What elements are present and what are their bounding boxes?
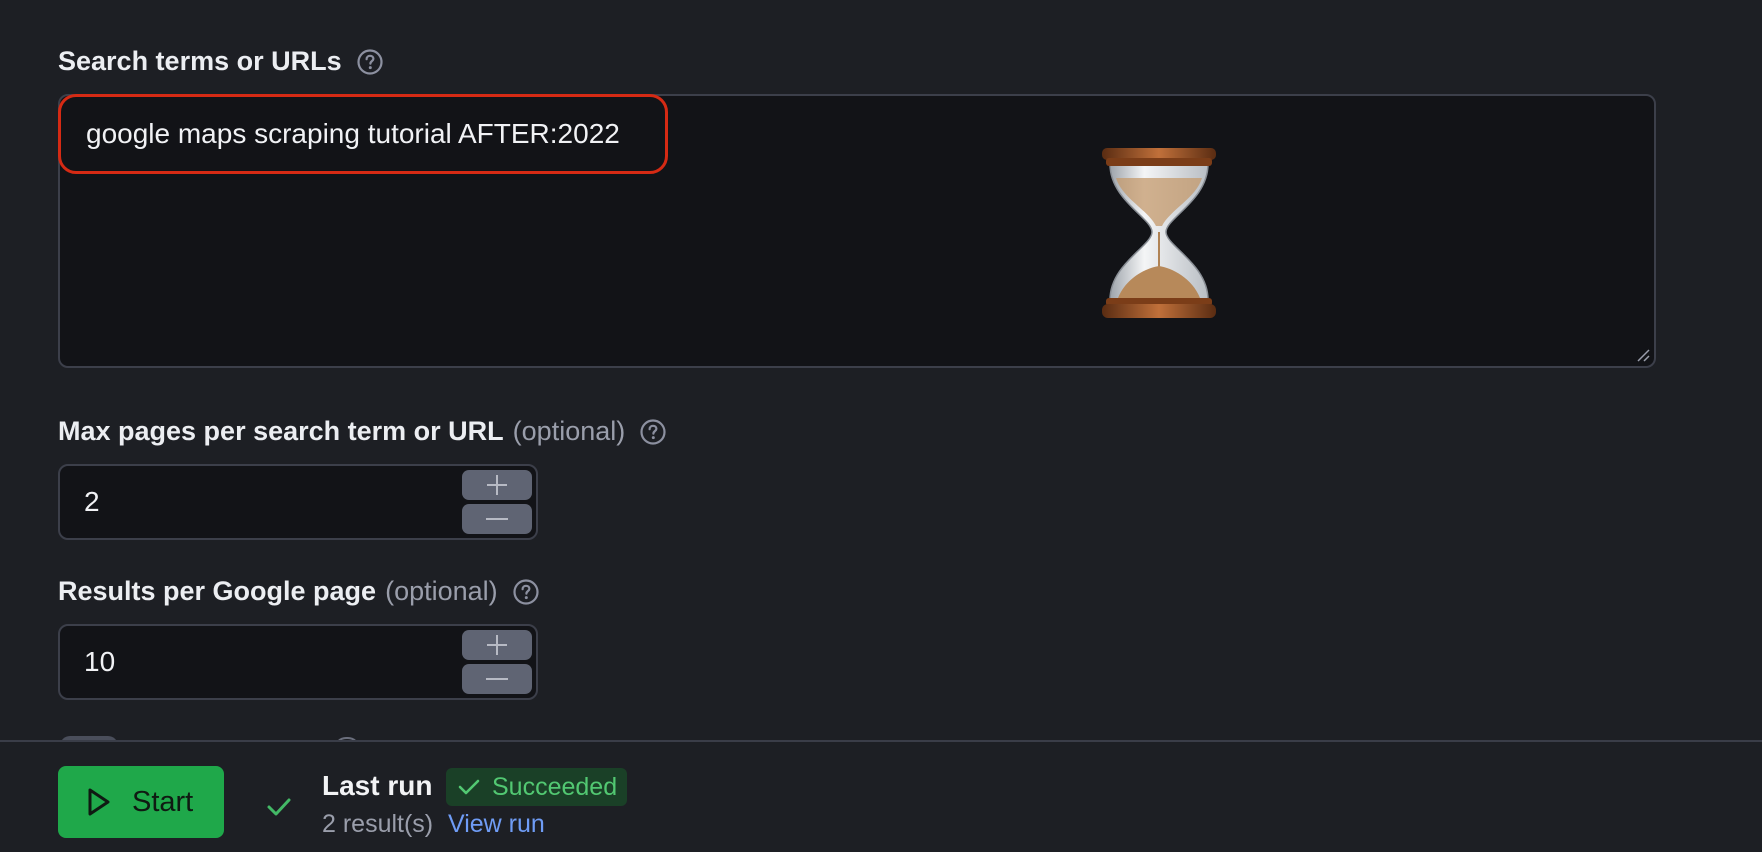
results-per-page-value: 10 — [84, 646, 116, 677]
increment-button[interactable] — [462, 630, 532, 660]
play-icon — [88, 788, 110, 816]
decrement-button[interactable] — [462, 664, 532, 694]
plus-icon — [487, 635, 507, 655]
results-per-page-optional: (optional) — [385, 576, 498, 606]
last-run-title: Last run — [322, 770, 433, 801]
view-run-link[interactable]: View run — [448, 810, 545, 839]
start-button[interactable]: Start — [58, 766, 224, 838]
search-terms-value: google maps scraping tutorial AFTER:2022 — [86, 118, 620, 149]
start-button-label: Start — [132, 785, 194, 818]
search-terms-label: Search terms or URLs — [58, 46, 384, 77]
question-circle-icon[interactable] — [512, 578, 540, 606]
max-pages-label: Max pages per search term or URL (option… — [58, 416, 667, 447]
minus-icon — [486, 678, 508, 680]
question-circle-icon[interactable] — [356, 48, 384, 76]
result-count: 2 result(s) — [322, 810, 434, 838]
max-pages-value: 2 — [84, 486, 100, 517]
increment-button[interactable] — [462, 470, 532, 500]
hourglass-icon — [1102, 148, 1216, 318]
check-icon — [267, 798, 291, 816]
actor-input-form: Search terms or URLs google maps scrapin… — [0, 0, 1762, 852]
status-badge-text: Succeeded — [492, 772, 618, 801]
plus-icon — [487, 475, 507, 495]
search-terms-textarea[interactable]: google maps scraping tutorial AFTER:2022 — [58, 94, 1656, 368]
results-per-page-label-text: Results per Google page — [58, 576, 377, 606]
status-badge: Succeeded — [446, 768, 628, 806]
results-per-page-label: Results per Google page (optional) — [58, 576, 540, 607]
decrement-button[interactable] — [462, 504, 532, 534]
resize-handle-icon[interactable] — [1636, 348, 1650, 362]
minus-icon — [486, 518, 508, 520]
max-pages-label-text: Max pages per search term or URL — [58, 416, 504, 446]
results-per-page-input[interactable]: 10 — [58, 624, 538, 700]
search-terms-label-text: Search terms or URLs — [58, 46, 342, 76]
max-pages-input[interactable]: 2 — [58, 464, 538, 540]
run-footer: Start Last run Succeeded 2 result(s) Vie… — [0, 740, 1762, 852]
question-circle-icon[interactable] — [639, 418, 667, 446]
check-icon — [458, 779, 480, 795]
max-pages-optional: (optional) — [512, 416, 626, 446]
